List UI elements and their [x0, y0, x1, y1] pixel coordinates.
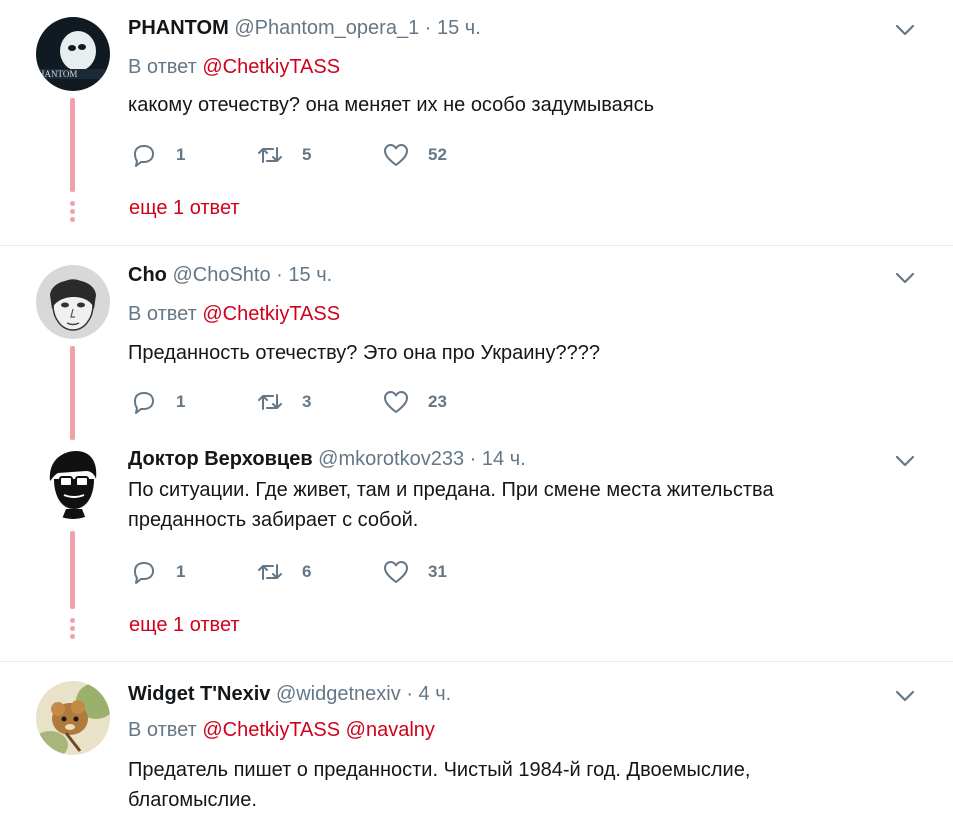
like-count: 23	[428, 392, 447, 411]
user-handle[interactable]: @mkorotkov233	[318, 448, 464, 470]
tweet-cho[interactable]: Cho @ChoShto · 15 ч. В ответ @ChetkiyTAS…	[0, 246, 953, 441]
tweet-header: Widget T'Nexiv @widgetnexiv · 4 ч.	[128, 682, 451, 706]
user-handle[interactable]: @ChoShto	[172, 264, 270, 286]
tweet-header: Доктор Верховцев @mkorotkov233 · 14 ч.	[128, 447, 526, 471]
reply-button[interactable]: 1	[130, 557, 185, 587]
timestamp[interactable]: 15 ч.	[288, 264, 332, 286]
user-handle[interactable]: @Phantom_opera_1	[234, 17, 419, 39]
like-count: 31	[428, 562, 447, 581]
like-button[interactable]: 31	[382, 557, 447, 587]
reply-icon	[134, 562, 154, 584]
tweet-text-line: преданность забирает с собой.	[128, 509, 419, 531]
display-name[interactable]: Widget T'Nexiv	[128, 683, 270, 705]
thread-line	[70, 531, 75, 609]
thread-line	[70, 98, 75, 192]
tweet-text: Преданность отечеству? Это она про Украи…	[128, 342, 600, 364]
timestamp[interactable]: 15 ч.	[437, 17, 481, 39]
mention-link[interactable]: @navalny	[346, 719, 435, 741]
separator: ·	[469, 448, 477, 470]
retweet-count: 5	[302, 145, 312, 164]
like-button[interactable]: 52	[382, 140, 447, 170]
chevron-down-icon[interactable]	[893, 449, 917, 473]
chevron-down-icon[interactable]	[893, 266, 917, 290]
mention-link[interactable]: @ChetkiyTASS	[202, 303, 340, 325]
avatar-image: HANTOM	[36, 17, 110, 91]
heart-icon	[384, 144, 408, 166]
retweet-button[interactable]: 3	[256, 387, 311, 417]
svg-text:HANTOM: HANTOM	[38, 69, 77, 79]
avatar-image	[36, 681, 110, 755]
show-more-replies-link[interactable]: еще 1 ответ	[129, 197, 240, 220]
retweet-icon	[258, 564, 282, 580]
heart-icon	[384, 391, 408, 413]
tweet-widget[interactable]: Widget T'Nexiv @widgetnexiv · 4 ч. В отв…	[0, 662, 953, 819]
chevron-down-icon[interactable]	[893, 18, 917, 42]
reply-count: 1	[176, 562, 186, 581]
retweet-icon	[258, 394, 282, 410]
tweet-verkhovtsev[interactable]: Доктор Верховцев @mkorotkov233 · 14 ч. П…	[0, 441, 953, 661]
retweet-icon	[258, 147, 282, 163]
retweet-button[interactable]: 5	[256, 140, 311, 170]
avatar-image	[36, 445, 110, 519]
avatar[interactable]: HANTOM	[36, 17, 110, 91]
reply-count: 1	[176, 392, 186, 411]
user-handle[interactable]: @widgetnexiv	[276, 683, 401, 705]
avatar-image	[36, 265, 110, 339]
reply-icon	[134, 392, 154, 414]
tweet-text-line: благомыслие.	[128, 789, 257, 811]
reply-prefix: В ответ	[128, 719, 197, 741]
avatar[interactable]	[36, 265, 110, 339]
like-count: 52	[428, 145, 447, 164]
tweet-phantom[interactable]: HANTOM PHANTOM @Phantom_opera_1 · 15 ч. …	[0, 0, 953, 245]
thread-dots	[70, 201, 75, 225]
retweet-count: 3	[302, 392, 312, 411]
tweet-header: Cho @ChoShto · 15 ч.	[128, 263, 332, 287]
display-name[interactable]: Доктор Верховцев	[128, 448, 313, 470]
tweet-text: какому отечеству? она меняет их не особо…	[128, 94, 655, 116]
reply-button[interactable]: 1	[130, 140, 185, 170]
reply-context: В ответ @ChetkiyTASS	[128, 302, 340, 326]
separator: ·	[276, 264, 283, 286]
reply-icon	[134, 145, 154, 167]
tweet-text: По ситуации. Где живет, там и предана. П…	[128, 475, 828, 535]
reply-prefix: В ответ	[128, 56, 197, 78]
tweet-header: PHANTOM @Phantom_opera_1 · 15 ч.	[128, 16, 481, 40]
like-button[interactable]: 23	[382, 387, 447, 417]
avatar[interactable]	[36, 445, 110, 519]
show-more-replies-link[interactable]: еще 1 ответ	[129, 614, 240, 637]
timestamp[interactable]: 14 ч.	[482, 448, 526, 470]
retweet-count: 6	[302, 562, 312, 581]
chevron-down-icon[interactable]	[893, 684, 917, 708]
thread-line	[70, 346, 75, 440]
reply-context: В ответ @ChetkiyTASS	[128, 55, 340, 79]
tweet-text-line: Предатель пишет о преданности. Чистый 19…	[128, 759, 751, 781]
retweet-button[interactable]: 6	[256, 557, 311, 587]
mention-link[interactable]: @ChetkiyTASS	[202, 56, 340, 78]
reply-count: 1	[176, 145, 186, 164]
reply-context: В ответ @ChetkiyTASS @navalny	[128, 718, 435, 742]
mention-link[interactable]: @ChetkiyTASS	[202, 719, 340, 741]
tweet-text-line: По ситуации. Где живет, там и предана. П…	[128, 479, 774, 501]
timestamp[interactable]: 4 ч.	[419, 683, 452, 705]
heart-icon	[384, 561, 408, 583]
tweet-text: Предатель пишет о преданности. Чистый 19…	[128, 755, 828, 815]
reply-button[interactable]: 1	[130, 387, 185, 417]
thread-dots	[70, 618, 75, 642]
separator: ·	[424, 17, 432, 39]
reply-prefix: В ответ	[128, 303, 197, 325]
display-name[interactable]: PHANTOM	[128, 17, 229, 39]
display-name[interactable]: Cho	[128, 264, 167, 286]
avatar[interactable]	[36, 681, 110, 755]
separator: ·	[406, 683, 413, 705]
